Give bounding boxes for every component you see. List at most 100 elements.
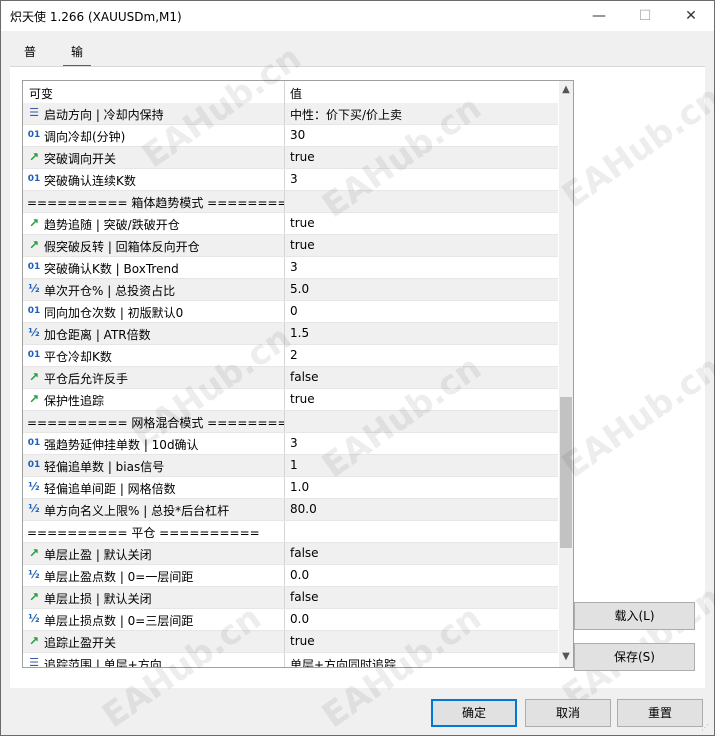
- reset-button[interactable]: 重置: [617, 699, 703, 727]
- parameter-value[interactable]: false: [290, 546, 319, 560]
- minimize-button[interactable]: —: [576, 1, 622, 31]
- parameter-value[interactable]: 3: [290, 436, 298, 450]
- parameter-name-cell: ========== 平仓 ==========: [23, 521, 285, 542]
- parameter-label: 突破确认K数 | BoxTrend: [44, 262, 179, 276]
- parameter-value[interactable]: 1: [290, 458, 298, 472]
- parameter-value-cell[interactable]: 1.5: [285, 323, 558, 344]
- boolean-type-icon: ↗: [28, 150, 40, 164]
- parameter-row[interactable]: ½ 单方向名义上限% | 总投*后台杠杆 80.0: [23, 499, 558, 521]
- parameter-value[interactable]: true: [290, 634, 315, 648]
- scroll-down-icon[interactable]: ▼: [559, 650, 573, 664]
- parameter-row[interactable]: ½ 单层止盈点数 | 0=一层间距 0.0: [23, 565, 558, 587]
- parameter-value[interactable]: 0.0: [290, 612, 309, 626]
- parameter-label: 单层止损 | 默认关闭: [44, 592, 152, 606]
- parameter-value-cell[interactable]: 1.0: [285, 477, 558, 498]
- parameter-value-cell[interactable]: true: [285, 235, 558, 256]
- parameter-value[interactable]: 中性：价下买/价上卖: [290, 106, 402, 123]
- parameter-value[interactable]: true: [290, 150, 315, 164]
- parameter-value[interactable]: 3: [290, 172, 298, 186]
- ok-button[interactable]: 确定: [431, 699, 517, 727]
- parameter-value[interactable]: false: [290, 370, 319, 384]
- parameter-label: 单次开仓% | 总投资占比: [44, 284, 176, 298]
- scroll-up-icon[interactable]: ▲: [559, 83, 573, 97]
- grid-header: 可变 值: [23, 81, 558, 104]
- boolean-type-icon: ↗: [28, 392, 40, 406]
- boolean-type-icon: ↗: [28, 546, 40, 560]
- parameter-label: 启动方向 | 冷却内保持: [44, 108, 164, 122]
- parameter-row[interactable]: 01 同向加仓次数 | 初版默认0 0: [23, 301, 558, 323]
- parameter-row[interactable]: ↗ 趋势追随 | 突破/跌破开仓 true: [23, 213, 558, 235]
- section-header-row[interactable]: ========== 平仓 ==========: [23, 521, 558, 543]
- parameter-value[interactable]: true: [290, 392, 315, 406]
- parameter-value-cell: [285, 521, 558, 542]
- close-button[interactable]: ✕: [668, 1, 714, 31]
- parameter-row[interactable]: 01 强趋势延伸挂单数 | 10d确认 3: [23, 433, 558, 455]
- parameter-value[interactable]: 1.0: [290, 480, 309, 494]
- double-type-icon: ½: [28, 502, 40, 515]
- tab-inputs[interactable]: 输入: [63, 41, 92, 81]
- parameter-name-cell: ½ 单层止盈点数 | 0=一层间距: [23, 565, 285, 586]
- parameter-value-cell[interactable]: 0.0: [285, 565, 558, 586]
- parameter-row[interactable]: ½ 单次开仓% | 总投资占比 5.0: [23, 279, 558, 301]
- parameter-label: 追踪范围 | 单层+方向: [44, 658, 162, 668]
- parameter-name-cell: 01 突破确认连续K数: [23, 169, 285, 190]
- maximize-button[interactable]: ☐: [622, 1, 668, 31]
- tab-common[interactable]: 普通: [16, 41, 44, 81]
- parameter-label: 平仓后允许反手: [44, 372, 129, 386]
- parameter-row[interactable]: 01 突破确认连续K数 3: [23, 169, 558, 191]
- parameter-row[interactable]: ↗ 保护性追踪 true: [23, 389, 558, 411]
- parameter-row[interactable]: ↗ 假突破反转 | 回箱体反向开仓 true: [23, 235, 558, 257]
- column-header-value[interactable]: 值: [290, 85, 302, 102]
- resize-grip-icon[interactable]: ⋰: [701, 723, 711, 733]
- parameter-label: ========== 平仓 ==========: [27, 526, 260, 540]
- parameter-row[interactable]: ↗ 单层止盈 | 默认关闭 false: [23, 543, 558, 565]
- boolean-type-icon: ↗: [28, 590, 40, 604]
- cancel-button[interactable]: 取消: [525, 699, 611, 727]
- column-header-variable[interactable]: 可变: [29, 85, 53, 102]
- double-type-icon: ½: [28, 612, 40, 625]
- parameter-value-cell[interactable]: 5.0: [285, 279, 558, 300]
- parameter-value-cell[interactable]: 0: [285, 301, 558, 322]
- parameter-row[interactable]: ↗ 单层止损 | 默认关闭 false: [23, 587, 558, 609]
- parameter-value[interactable]: false: [290, 590, 319, 604]
- load-button[interactable]: 载入(L): [574, 602, 695, 630]
- parameter-label: 假突破反转 | 回箱体反向开仓: [44, 240, 200, 254]
- parameter-label: 单层止盈点数 | 0=一层间距: [44, 570, 194, 584]
- integer-type-icon: 01: [27, 350, 41, 360]
- parameter-value[interactable]: 0.0: [290, 568, 309, 582]
- parameter-value-cell[interactable]: false: [285, 587, 558, 608]
- vertical-scrollbar[interactable]: ▲ ▼: [559, 81, 573, 667]
- dialog-window: 炽天使 1.266 (XAUUSDm,M1) — ☐ ✕ 普通 输入 可变 值 …: [0, 0, 715, 736]
- parameter-name-cell: ½ 轻偏追单间距 | 网格倍数: [23, 477, 285, 498]
- parameter-value[interactable]: 0: [290, 304, 298, 318]
- parameter-value[interactable]: 5.0: [290, 282, 309, 296]
- parameters-grid: 可变 值 ☰ 启动方向 | 冷却内保持 中性：价下买/价上卖 01 调向冷却(分钟) 30…: [22, 80, 574, 668]
- parameter-value-cell[interactable]: 2: [285, 345, 558, 366]
- parameter-row[interactable]: 01 轻偏追单数 | bias信号 1: [23, 455, 558, 477]
- parameter-value-cell[interactable]: 3: [285, 257, 558, 278]
- section-header-row[interactable]: ========== 箱体趋势模式 ==========: [23, 191, 558, 213]
- parameter-value[interactable]: 30: [290, 128, 305, 142]
- integer-type-icon: 01: [27, 262, 41, 272]
- parameter-row[interactable]: ☰ 追踪范围 | 单层+方向 单层+方向同时追踪: [23, 653, 558, 668]
- parameter-value-cell[interactable]: 80.0: [285, 499, 558, 520]
- parameter-value-cell[interactable]: false: [285, 543, 558, 564]
- parameter-name-cell: ↗ 单层止盈 | 默认关闭: [23, 543, 285, 564]
- parameter-row[interactable]: 01 突破确认K数 | BoxTrend 3: [23, 257, 558, 279]
- parameter-name-cell: ↗ 假突破反转 | 回箱体反向开仓: [23, 235, 285, 256]
- parameter-label: 追踪止盈开关: [44, 636, 117, 650]
- parameter-label: 强趋势延伸挂单数 | 10d确认: [44, 438, 199, 452]
- parameter-value[interactable]: true: [290, 238, 315, 252]
- parameter-value-cell[interactable]: 0.0: [285, 609, 558, 630]
- parameter-label: 同向加仓次数 | 初版默认0: [44, 306, 184, 320]
- parameter-row[interactable]: ↗ 突破调向开关 true: [23, 147, 558, 169]
- parameter-row[interactable]: ½ 轻偏追单间距 | 网格倍数 1.0: [23, 477, 558, 499]
- parameter-value-cell[interactable]: true: [285, 213, 558, 234]
- parameter-value[interactable]: 3: [290, 260, 298, 274]
- parameter-value[interactable]: true: [290, 216, 315, 230]
- parameter-value[interactable]: 1.5: [290, 326, 309, 340]
- save-button[interactable]: 保存(S): [574, 643, 695, 671]
- parameter-value[interactable]: 80.0: [290, 502, 317, 516]
- section-header-row[interactable]: ========== 网格混合模式 ==========: [23, 411, 558, 433]
- parameter-name-cell: ½ 单方向名义上限% | 总投*后台杠杆: [23, 499, 285, 520]
